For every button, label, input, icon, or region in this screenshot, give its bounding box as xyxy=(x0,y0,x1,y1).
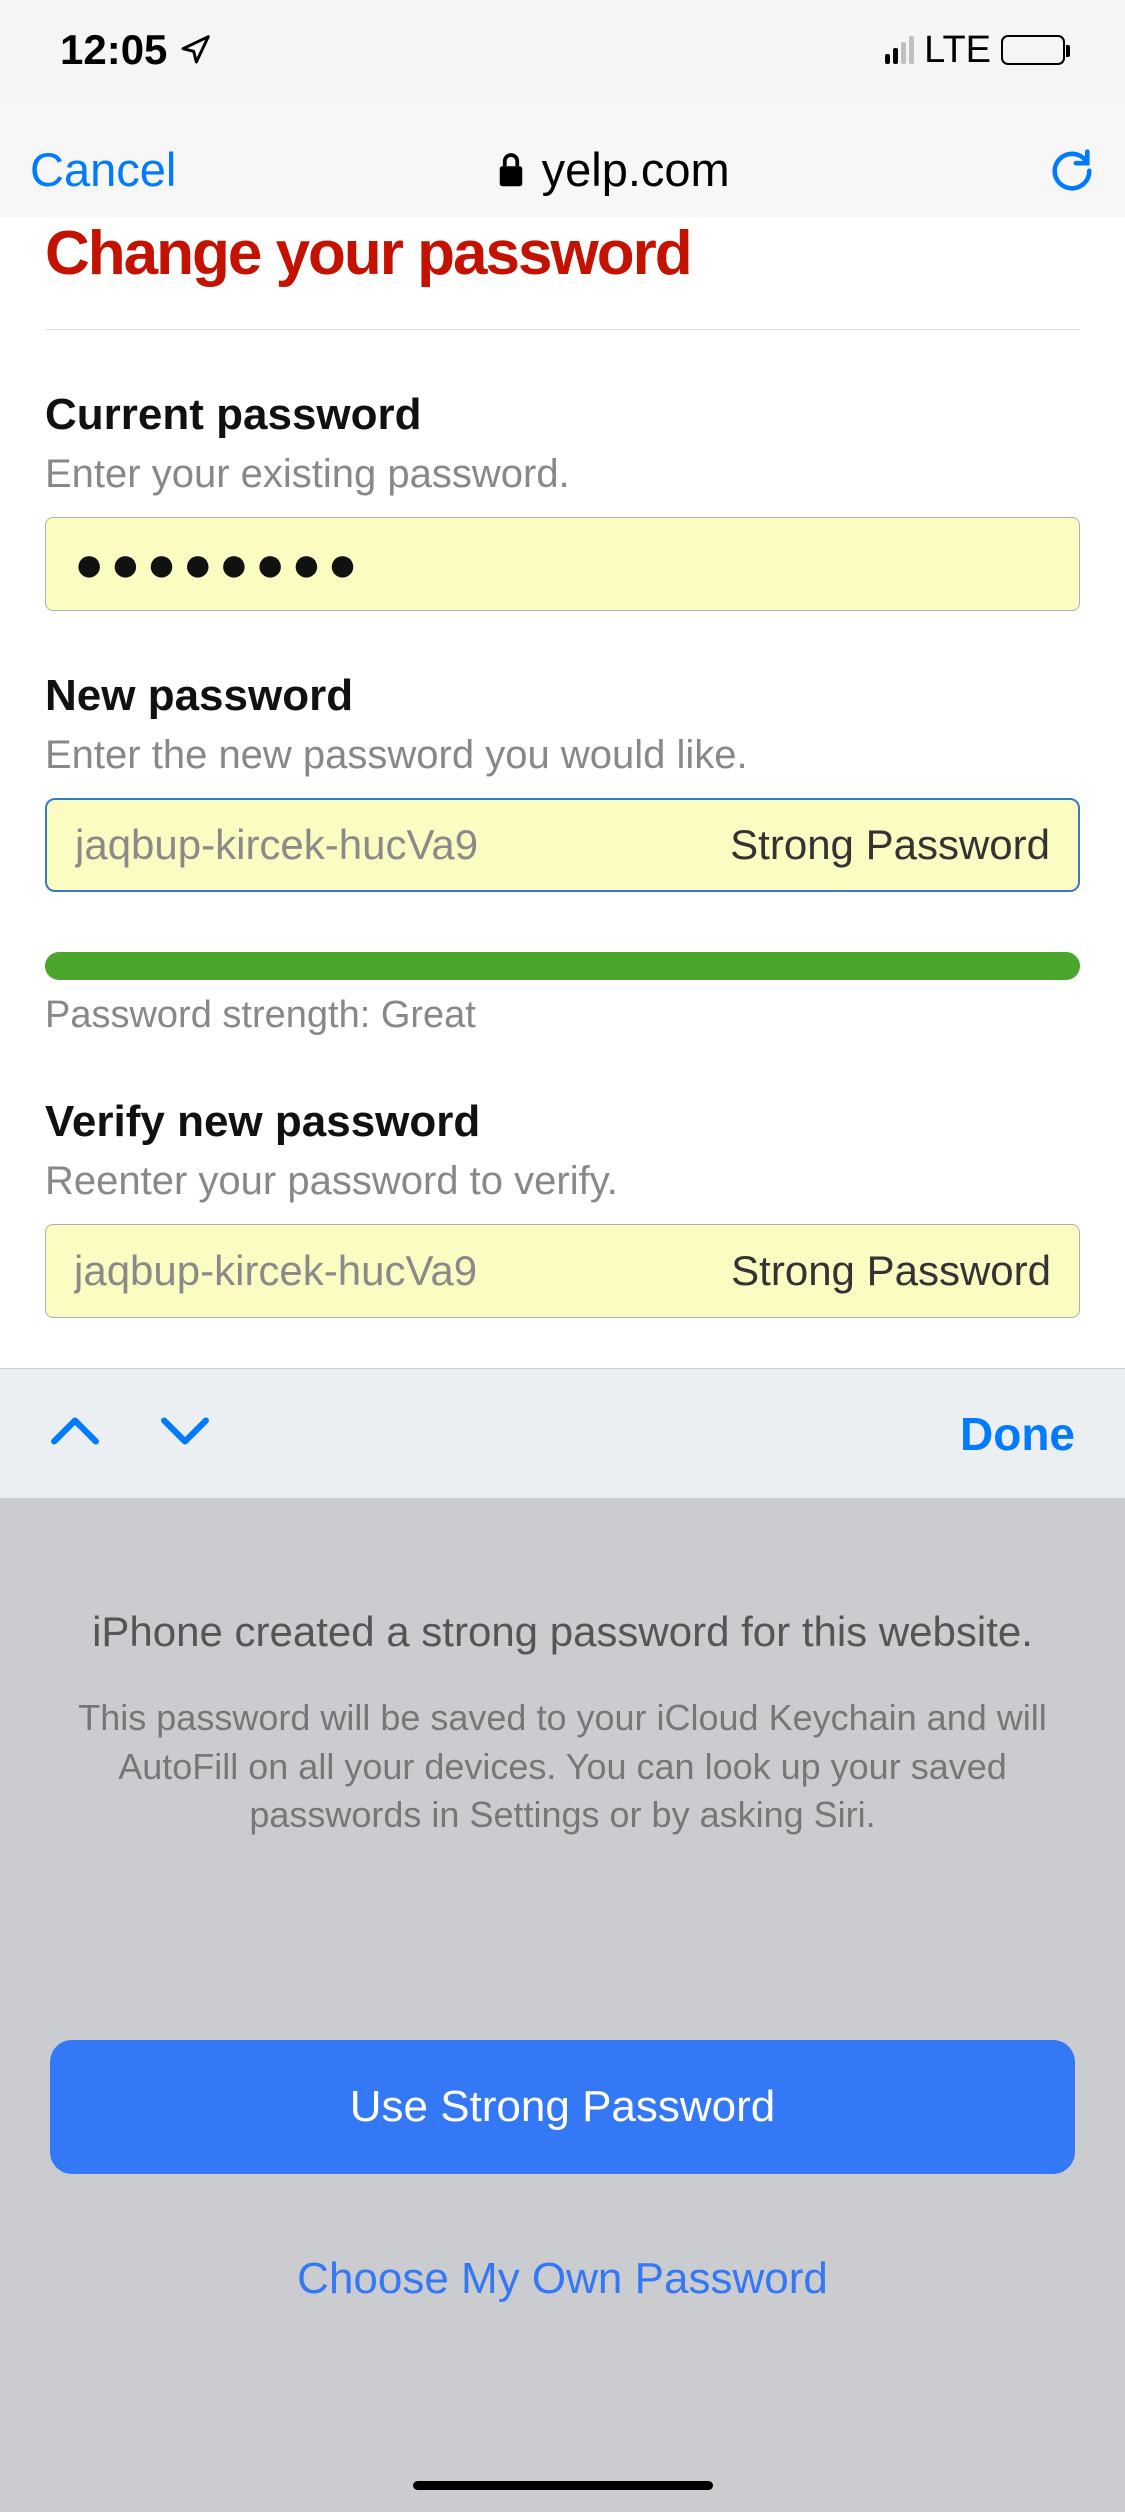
strength-bar xyxy=(45,952,1080,980)
current-password-label: Current password xyxy=(45,390,1080,440)
status-time: 12:05 xyxy=(60,26,167,74)
chevron-up-icon xyxy=(50,1414,100,1448)
strength-text: Password strength: Great xyxy=(45,994,1080,1037)
panel-title: iPhone created a strong password for thi… xyxy=(50,1608,1075,1656)
suggested-password: jaqbup-kircek-hucVa9 xyxy=(75,821,575,869)
url-text: yelp.com xyxy=(542,142,730,197)
verify-password-label: Verify new password xyxy=(45,1097,1080,1147)
password-mask: ●●●●●●●● xyxy=(74,535,364,593)
strong-password-badge: Strong Password xyxy=(731,1247,1051,1295)
page-content: Change your password Current password En… xyxy=(0,218,1125,1368)
field-verify-password: Verify new password Reenter your passwor… xyxy=(45,1097,1080,1318)
chevron-down-icon xyxy=(160,1414,210,1448)
new-password-input[interactable]: jaqbup-kircek-hucVa9 Strong Password xyxy=(45,798,1080,892)
use-strong-password-button[interactable]: Use Strong Password xyxy=(50,2040,1075,2174)
field-current-password: Current password Enter your existing pas… xyxy=(45,390,1080,611)
status-bar: 12:05 LTE xyxy=(0,0,1125,100)
field-new-password: New password Enter the new password you … xyxy=(45,671,1080,892)
strong-password-panel: iPhone created a strong password for thi… xyxy=(0,1498,1125,2512)
current-password-hint: Enter your existing password. xyxy=(45,452,1080,497)
strong-password-badge: Strong Password xyxy=(730,821,1050,869)
lock-icon xyxy=(496,151,526,189)
verify-password-input[interactable]: jaqbup-kircek-hucVa9 Strong Password xyxy=(45,1224,1080,1318)
choose-own-password-button[interactable]: Choose My Own Password xyxy=(50,2254,1075,2304)
input-accessory-bar: Done xyxy=(0,1368,1125,1498)
new-password-label: New password xyxy=(45,671,1080,721)
panel-description: This password will be saved to your iClo… xyxy=(50,1694,1075,1840)
suggested-password: jaqbup-kircek-hucVa9 xyxy=(74,1247,574,1295)
page-title: Change your password xyxy=(45,218,1080,330)
home-indicator[interactable] xyxy=(413,2481,713,2490)
new-password-hint: Enter the new password you would like. xyxy=(45,733,1080,778)
cancel-button[interactable]: Cancel xyxy=(30,142,176,197)
signal-icon xyxy=(885,36,914,64)
reload-button[interactable] xyxy=(1049,141,1095,198)
verify-password-hint: Reenter your password to verify. xyxy=(45,1159,1080,1204)
url-display[interactable]: yelp.com xyxy=(496,142,730,197)
status-right: LTE xyxy=(885,29,1065,72)
done-button[interactable]: Done xyxy=(960,1407,1075,1461)
status-left: 12:05 xyxy=(60,26,211,74)
battery-icon xyxy=(1001,35,1065,65)
network-label: LTE xyxy=(924,29,991,72)
next-field-button[interactable] xyxy=(160,1414,210,1453)
prev-field-button[interactable] xyxy=(50,1414,100,1453)
current-password-input[interactable]: ●●●●●●●● xyxy=(45,517,1080,611)
location-icon xyxy=(179,34,211,66)
